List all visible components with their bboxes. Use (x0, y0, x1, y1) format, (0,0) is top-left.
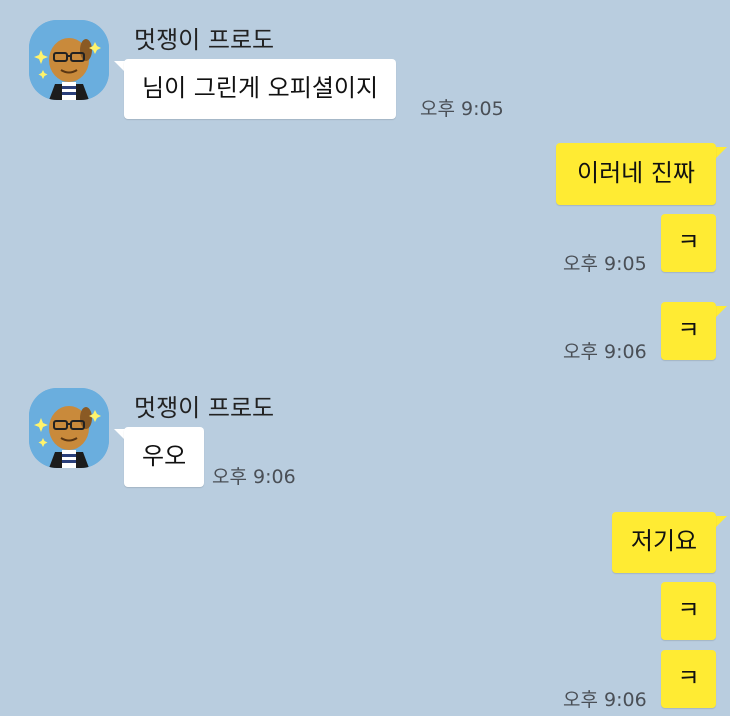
outgoing-message-bubble[interactable]: ㅋ (661, 214, 716, 272)
bubble-tail (715, 306, 727, 318)
incoming-message-bubble[interactable]: 님이 그린게 오피셜이지 (124, 59, 397, 119)
sender-name: 멋쟁이 프로도 (134, 394, 275, 422)
message-timestamp: 오후 9:06 (563, 341, 647, 363)
bubble-tail (715, 516, 727, 528)
frodo-character-avatar-icon[interactable] (29, 388, 109, 468)
message-timestamp: 오후 9:05 (563, 253, 647, 275)
incoming-message-bubble[interactable]: 우오 (124, 427, 205, 487)
sender-name: 멋쟁이 프로도 (134, 26, 275, 54)
outgoing-message-bubble[interactable]: 이러네 진짜 (556, 143, 716, 205)
outgoing-message-bubble[interactable]: 저기요 (612, 512, 716, 573)
chat-room[interactable]: 멋쟁이 프로도 님이 그린게 오피셜이지 오후 9:05 이러네 진짜 ㅋ 오후… (0, 0, 730, 716)
frodo-character-avatar-icon[interactable] (29, 20, 109, 100)
bubble-tail (715, 147, 727, 159)
message-timestamp: 오후 9:06 (212, 466, 296, 488)
message-timestamp: 오후 9:05 (420, 98, 504, 120)
outgoing-message-bubble[interactable]: ㅋ (661, 650, 716, 708)
message-timestamp: 오후 9:06 (563, 689, 647, 711)
outgoing-message-bubble[interactable]: ㅋ (661, 582, 716, 640)
outgoing-message-bubble[interactable]: ㅋ (661, 302, 716, 360)
